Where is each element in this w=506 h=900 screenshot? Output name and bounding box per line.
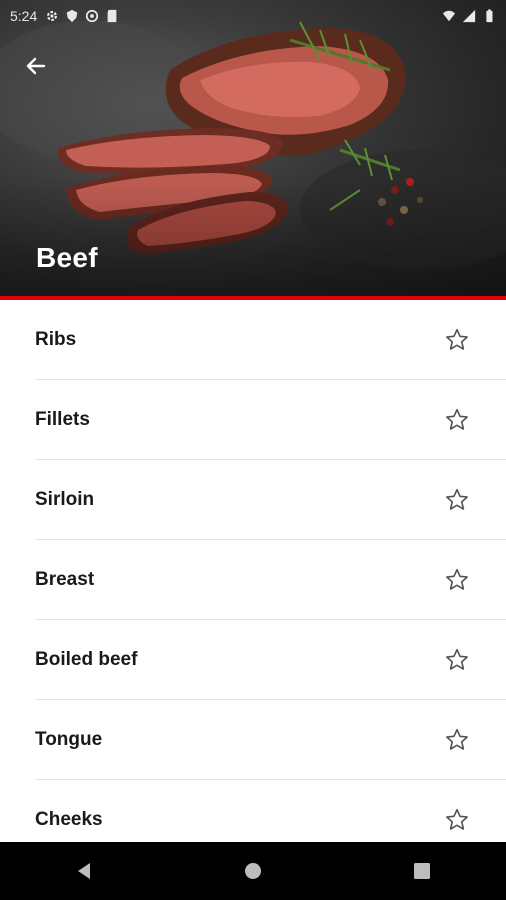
star-outline-icon[interactable] (444, 487, 470, 513)
list-item[interactable]: Breast (0, 540, 506, 620)
list-item[interactable]: Ribs (0, 300, 506, 380)
cut-list: Ribs Fillets Sirloin Breast Boiled beef … (0, 300, 506, 860)
status-bar: 5:24 (0, 0, 506, 32)
list-item-label: Tongue (35, 729, 103, 750)
system-navigation-bar (0, 842, 506, 900)
star-outline-icon[interactable] (444, 407, 470, 433)
at-icon (86, 9, 99, 23)
list-item[interactable]: Sirloin (0, 460, 506, 540)
back-button[interactable] (18, 48, 54, 84)
star-outline-icon[interactable] (444, 567, 470, 593)
sd-card-icon (107, 9, 117, 23)
list-item-label: Breast (35, 569, 95, 590)
list-item-label: Ribs (35, 329, 77, 350)
status-time: 5:24 (10, 8, 38, 24)
back-triangle-icon (78, 863, 91, 879)
arrow-left-icon (26, 57, 46, 75)
recents-square-icon (413, 863, 430, 879)
header-shade (0, 178, 506, 298)
list-item-label: Cheeks (35, 809, 103, 830)
list-item[interactable]: Tongue (0, 700, 506, 780)
signal-icon (462, 9, 476, 23)
list-item-label: Sirloin (35, 489, 95, 510)
nav-recents-button[interactable] (392, 847, 452, 895)
list-item-label: Fillets (35, 409, 90, 430)
shield-icon (67, 9, 78, 23)
nav-home-button[interactable] (223, 847, 283, 895)
wifi-icon (442, 10, 456, 22)
nav-back-button[interactable] (54, 847, 114, 895)
list-item-label: Boiled beef (35, 649, 138, 670)
home-circle-icon (244, 863, 261, 879)
star-outline-icon[interactable] (444, 327, 470, 353)
settings-icon (47, 10, 58, 22)
star-outline-icon[interactable] (444, 727, 470, 753)
page-title: Beef (36, 242, 98, 273)
list-item[interactable]: Fillets (0, 380, 506, 460)
star-outline-icon[interactable] (444, 807, 470, 833)
star-outline-icon[interactable] (444, 647, 470, 673)
list-item[interactable]: Boiled beef (0, 620, 506, 700)
battery-icon (486, 9, 493, 23)
